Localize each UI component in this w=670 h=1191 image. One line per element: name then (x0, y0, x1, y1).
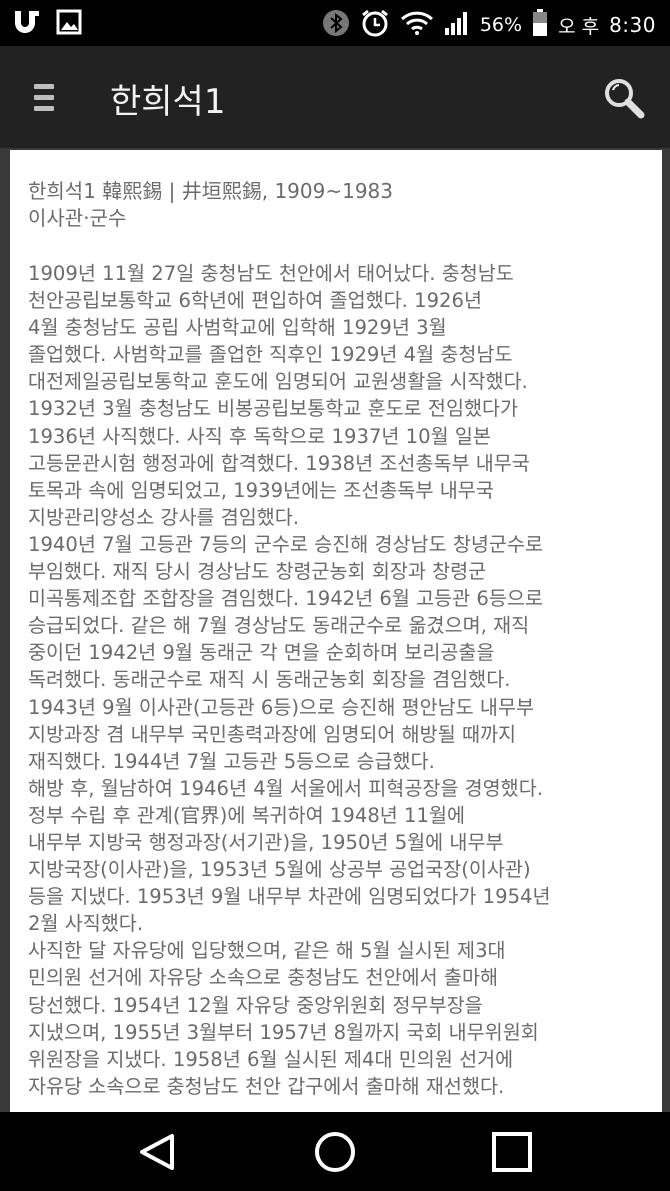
bluetooth-icon (322, 9, 350, 41)
article-card[interactable]: 한희석1 韓熙錫 | 井垣熙錫, 1909~1983 이사관·군수 1909년 … (10, 150, 662, 1112)
article-paragraph: 1909년 11월 27일 충청남도 천안에서 태어났다. 충청남도 천안공립보… (28, 262, 530, 529)
app-bar: 한희석1 (0, 46, 670, 148)
clock-ampm: 오 후 (558, 15, 600, 38)
article-paragraph: 해방 후, 월남하여 1946년 4월 서울에서 피혁공장을 경영했다. 정부 … (28, 776, 551, 936)
battery-percent: 56% (479, 14, 523, 36)
u-plus-logo-icon (12, 8, 42, 40)
recents-icon[interactable] (490, 1130, 534, 1174)
status-right: 56% 오 후 8:30 (322, 8, 656, 42)
article-content: 한희석1 韓熙錫 | 井垣熙錫, 1909~1983 이사관·군수 1909년 … (10, 150, 662, 1100)
alarm-icon (360, 8, 390, 42)
article-paragraph: 1940년 7월 고등관 7등의 군수로 승진해 경상남도 창녕군수로 부임했다… (28, 532, 543, 773)
clock-time: 8:30 (609, 13, 656, 37)
back-icon[interactable] (136, 1130, 180, 1174)
gallery-icon (56, 9, 82, 39)
navigation-bar (0, 1112, 670, 1191)
status-bar: 56% 오 후 8:30 (0, 0, 670, 46)
article-paragraph: 사직한 달 자유당에 입당했으며, 같은 해 5월 실시된 제3대 민의원 선거… (28, 939, 539, 1098)
page-title: 한희석1 (110, 82, 226, 122)
search-icon[interactable] (602, 76, 646, 120)
wifi-icon (400, 10, 434, 40)
article-subheading: 이사관·군수 (28, 206, 127, 230)
status-left (12, 8, 82, 40)
signal-icon (444, 10, 470, 40)
article-heading: 한희석1 韓熙錫 | 井垣熙錫, 1909~1983 (28, 179, 394, 203)
menu-icon[interactable] (34, 84, 58, 112)
home-icon[interactable] (313, 1130, 357, 1174)
article-body: 1909년 11월 27일 충청남도 천안에서 태어났다. 충청남도 천안공립보… (28, 260, 644, 1100)
battery-icon (532, 9, 548, 41)
